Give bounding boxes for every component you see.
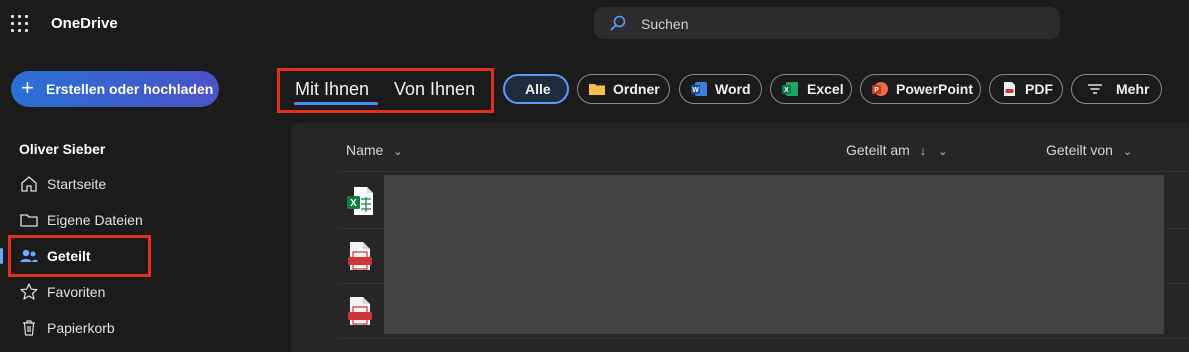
filter-ordner[interactable]: Ordner <box>577 74 670 104</box>
app-title[interactable]: OneDrive <box>51 15 118 32</box>
powerpoint-icon: P <box>872 82 888 96</box>
word-icon: W <box>691 82 707 96</box>
sidebar-item-eigene-dateien[interactable]: Eigene Dateien <box>10 205 200 235</box>
trash-icon <box>23 320 35 336</box>
tab-von-ihnen[interactable]: Von Ihnen <box>394 79 475 100</box>
plus-icon: + <box>21 75 34 100</box>
filter-label: PDF <box>1025 81 1053 97</box>
column-header-label: Name <box>346 142 384 158</box>
sidebar-item-label: Papierkorb <box>47 320 115 336</box>
filter-label: PowerPoint <box>896 81 974 97</box>
column-header-geteilt-am[interactable]: Geteilt am ↓ ⌄ <box>846 142 947 158</box>
column-header-name[interactable]: Name ⌄ <box>346 142 402 158</box>
excel-file-icon: X <box>347 187 373 215</box>
excel-icon: X <box>782 82 798 96</box>
filter-label: Alle <box>525 81 551 97</box>
filter-label: Mehr <box>1116 81 1150 97</box>
sidebar-item-label: Startseite <box>47 176 107 192</box>
active-indicator <box>0 248 3 264</box>
row-divider <box>337 338 1189 339</box>
tab-mit-ihnen[interactable]: Mit Ihnen <box>295 79 369 100</box>
header-divider <box>337 171 1189 172</box>
filter-pdf[interactable]: PDF <box>989 74 1063 104</box>
filter-label: Ordner <box>613 81 660 97</box>
pdf-file-icon <box>348 242 372 270</box>
folder-icon <box>589 84 605 95</box>
star-icon <box>20 283 38 300</box>
app-launcher-icon[interactable] <box>11 15 28 32</box>
pdf-file-icon <box>348 297 372 325</box>
highlight-box-geteilt <box>8 235 151 277</box>
top-bar: OneDrive Suchen <box>0 0 1189 47</box>
filter-label: Excel <box>807 81 844 97</box>
home-icon <box>21 176 37 192</box>
filter-label: Word <box>715 81 751 97</box>
svg-text:W: W <box>692 87 699 94</box>
tab-selected-indicator <box>294 102 378 105</box>
sidebar-item-startseite[interactable]: Startseite <box>10 169 200 199</box>
search-icon <box>610 15 626 31</box>
sidebar-item-label: Eigene Dateien <box>47 212 143 228</box>
sidebar-item-favoriten[interactable]: Favoriten <box>10 277 200 307</box>
create-upload-button[interactable]: + Erstellen oder hochladen <box>11 71 219 107</box>
filter-alle[interactable]: Alle <box>503 74 569 104</box>
filter-icon <box>1088 84 1102 94</box>
sidebar-item-label: Favoriten <box>47 284 106 300</box>
folder-icon <box>20 214 38 227</box>
svg-text:X: X <box>784 87 789 94</box>
column-header-label: Geteilt am <box>846 142 910 158</box>
column-header-geteilt-von[interactable]: Geteilt von ⌄ <box>1046 142 1132 158</box>
user-name: Oliver Sieber <box>19 141 106 157</box>
chevron-down-icon: ⌄ <box>938 146 948 158</box>
svg-text:X: X <box>350 198 357 209</box>
svg-text:P: P <box>874 87 879 94</box>
filter-powerpoint[interactable]: P PowerPoint <box>860 74 981 104</box>
column-header-label: Geteilt von <box>1046 142 1113 158</box>
filter-excel[interactable]: X Excel <box>770 74 852 104</box>
redacted-content <box>384 175 1164 334</box>
search-input[interactable]: Suchen <box>641 16 688 32</box>
sidebar-item-papierkorb[interactable]: Papierkorb <box>10 313 200 343</box>
search-box[interactable]: Suchen <box>594 7 1060 39</box>
chevron-down-icon: ⌄ <box>1122 146 1133 158</box>
pdf-icon <box>1004 82 1015 96</box>
filter-mehr[interactable]: Mehr <box>1071 74 1162 104</box>
filter-word[interactable]: W Word <box>679 74 762 104</box>
chevron-down-icon: ⌄ <box>393 146 403 158</box>
sort-down-icon: ↓ <box>919 143 927 158</box>
create-upload-label: Erstellen oder hochladen <box>46 81 214 97</box>
